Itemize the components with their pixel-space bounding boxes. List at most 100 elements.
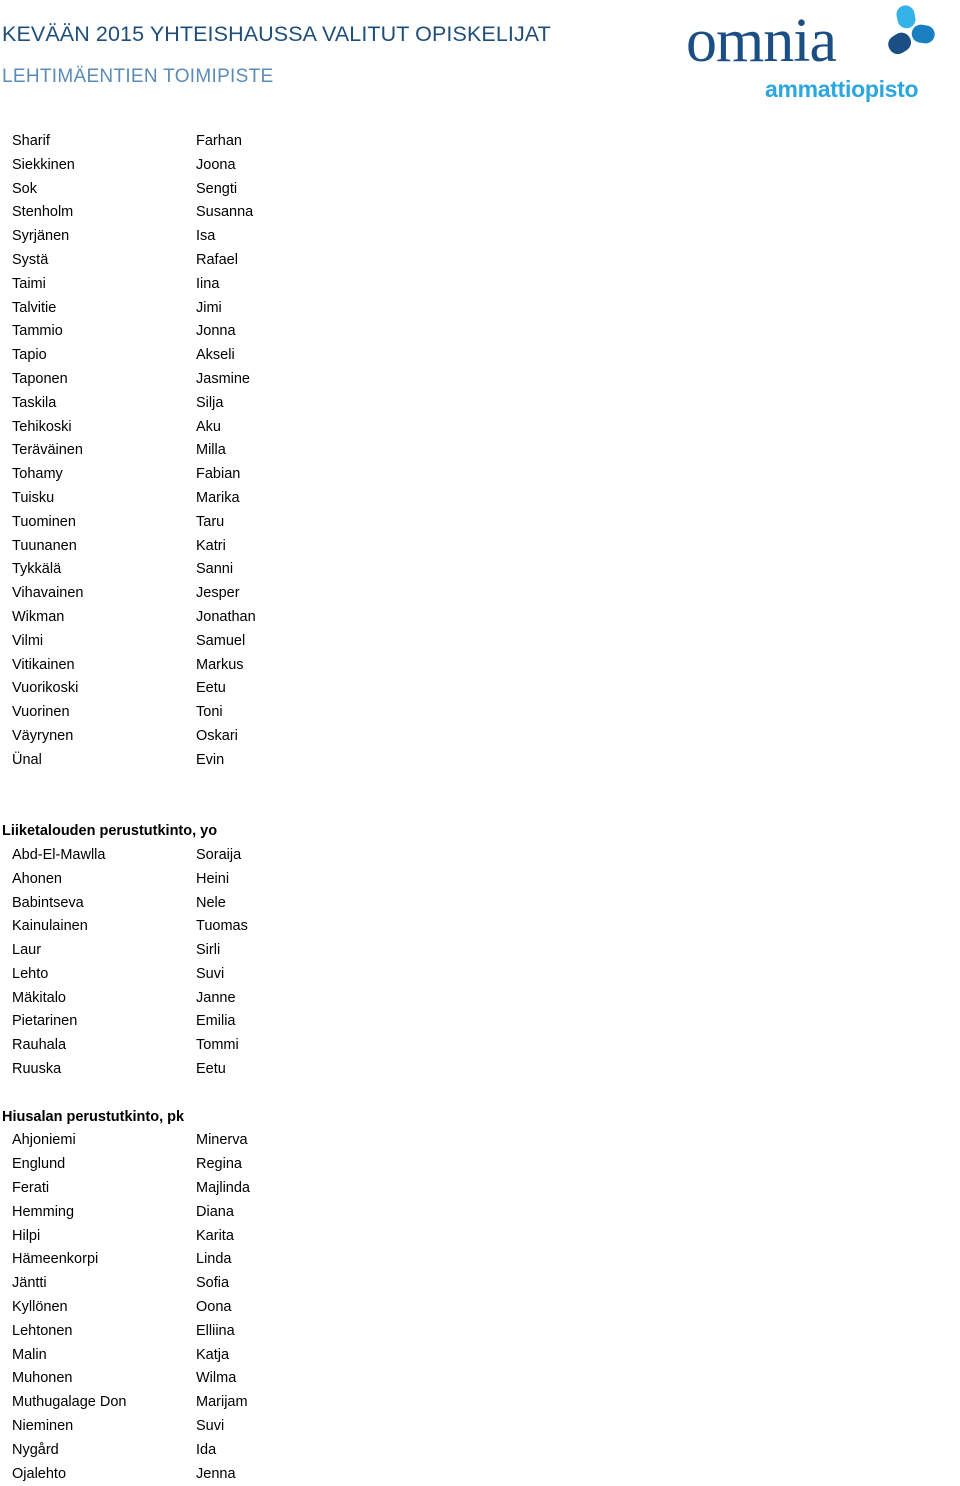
student-first-name: Markus: [196, 656, 244, 673]
student-last-name: Malin: [12, 1346, 47, 1363]
student-last-name: Sok: [12, 180, 37, 197]
student-last-name: Ünal: [12, 751, 42, 768]
student-first-name: Karita: [196, 1227, 234, 1244]
student-first-name: Toni: [196, 704, 223, 721]
student-last-name: Siekkinen: [12, 156, 75, 173]
logo-tagline: ammattiopisto: [765, 76, 919, 102]
student-row: Hemming Diana: [0, 1201, 960, 1225]
student-first-name: Jasmine: [196, 370, 250, 387]
student-first-name: Samuel: [196, 632, 246, 649]
student-first-name: Emilia: [196, 1013, 236, 1030]
student-row: Teräväinen Milla: [0, 439, 960, 463]
student-last-name: Muhonen: [12, 1370, 73, 1387]
student-row: Vitikainen Markus: [0, 654, 960, 678]
student-first-name: Minerva: [196, 1132, 248, 1149]
student-last-name: Tapio: [12, 347, 47, 364]
student-row: Tammio Jonna: [0, 320, 960, 344]
student-row: Sok Sengti: [0, 178, 960, 202]
student-first-name: Eetu: [196, 680, 226, 697]
student-last-name: Talvitie: [12, 299, 57, 316]
student-row: Lehto Suvi: [0, 963, 960, 987]
student-first-name: Iina: [196, 275, 220, 292]
student-row: Talvitie Jimi: [0, 297, 960, 321]
student-row: Systä Rafael: [0, 249, 960, 273]
student-row: Pietarinen Emilia: [0, 1010, 960, 1034]
student-first-name: Eetu: [196, 1061, 226, 1078]
student-last-name: Vuorinen: [12, 704, 70, 721]
student-last-name: Tohamy: [12, 466, 63, 483]
name-section: Hiusalan perustutkinto, pk Ahjoniemi Miner…: [0, 1106, 960, 1486]
student-last-name: Ojalehto: [12, 1465, 67, 1482]
student-first-name: Marika: [196, 489, 240, 506]
student-row: Taskila Silja: [0, 392, 960, 416]
student-first-name: Sengti: [196, 180, 238, 197]
student-first-name: Marijam: [196, 1394, 248, 1411]
student-last-name: Jäntti: [12, 1275, 47, 1292]
student-row: Tehikoski Aku: [0, 416, 960, 440]
student-first-name: Silja: [196, 394, 224, 411]
student-last-name: Systä: [12, 251, 49, 268]
student-row: Nieminen Suvi: [0, 1415, 960, 1439]
student-last-name: Tykkälä: [12, 561, 62, 578]
student-last-name: Hilpi: [12, 1227, 41, 1244]
student-row: Kainulainen Tuomas: [0, 915, 960, 939]
student-row: Syrjänen Isa: [0, 225, 960, 249]
student-first-name: Joona: [196, 156, 236, 173]
student-row: Babintseva Nele: [0, 892, 960, 916]
student-row: Ünal Evin: [0, 749, 960, 773]
student-row: Abd-El-Mawlla Soraija: [0, 844, 960, 868]
student-first-name: Katja: [196, 1346, 230, 1363]
student-row: Ahonen Heini: [0, 868, 960, 892]
student-row: Taponen Jasmine: [0, 368, 960, 392]
student-lists: Sharif Farhan Siekkinen Joona Sok Sengti Stenh…: [0, 130, 960, 1486]
student-last-name: Kainulainen: [12, 918, 88, 935]
student-last-name: Taimi: [12, 275, 46, 292]
page-title: KEVÄÄN 2015 YHTEISHAUSSA VALITUT OPISKEL…: [2, 22, 551, 46]
student-last-name: Hämeenkorpi: [12, 1251, 99, 1268]
student-last-name: Hemming: [12, 1203, 75, 1220]
student-first-name: Wilma: [196, 1370, 237, 1387]
student-first-name: Tommi: [196, 1037, 239, 1054]
student-row: Muhonen Wilma: [0, 1367, 960, 1391]
student-row: Tohamy Fabian: [0, 463, 960, 487]
student-last-name: Rauhala: [12, 1037, 67, 1054]
student-last-name: Lehtonen: [12, 1322, 73, 1339]
student-row: Ojalehto Jenna: [0, 1463, 960, 1486]
student-last-name: Lehto: [12, 965, 49, 982]
student-last-name: Wikman: [12, 608, 65, 625]
student-first-name: Majlinda: [196, 1180, 250, 1197]
student-first-name: Jonathan: [196, 608, 256, 625]
student-last-name: Vitikainen: [12, 656, 75, 673]
student-last-name: Vuorikoski: [12, 680, 79, 697]
student-row: Englund Regina: [0, 1153, 960, 1177]
student-row: Vilmi Samuel: [0, 630, 960, 654]
student-last-name: Muthugalage Don: [12, 1394, 127, 1411]
student-last-name: Kyllönen: [12, 1299, 68, 1316]
student-first-name: Sofia: [196, 1275, 230, 1292]
student-row: Tapio Akseli: [0, 344, 960, 368]
student-first-name: Taru: [196, 513, 225, 530]
name-section: Liiketalouden perustutkinto, yo Abd-El-Ma…: [0, 820, 960, 1082]
student-last-name: Ahonen: [12, 870, 62, 887]
student-last-name: Tuisku: [12, 489, 55, 506]
student-first-name: Rafael: [196, 251, 238, 268]
student-row: Jäntti Sofia: [0, 1272, 960, 1296]
student-first-name: Regina: [196, 1156, 242, 1173]
student-first-name: Milla: [196, 442, 226, 459]
student-row: Laur Sirli: [0, 939, 960, 963]
student-last-name: Stenholm: [12, 204, 74, 221]
student-first-name: Akseli: [196, 347, 235, 364]
section-heading: Hiusalan perustutkinto, pk: [2, 1108, 185, 1125]
student-first-name: Ida: [196, 1441, 217, 1458]
student-first-name: Oona: [196, 1299, 232, 1316]
student-last-name: Vilmi: [12, 632, 44, 649]
student-first-name: Nele: [196, 894, 226, 911]
student-first-name: Evin: [196, 751, 225, 768]
student-row: Hilpi Karita: [0, 1225, 960, 1249]
student-first-name: Isa: [196, 228, 216, 245]
student-row: Sharif Farhan: [0, 130, 960, 154]
student-first-name: Soraija: [196, 846, 242, 863]
student-row: Vuorinen Toni: [0, 701, 960, 725]
student-first-name: Sirli: [196, 942, 221, 959]
